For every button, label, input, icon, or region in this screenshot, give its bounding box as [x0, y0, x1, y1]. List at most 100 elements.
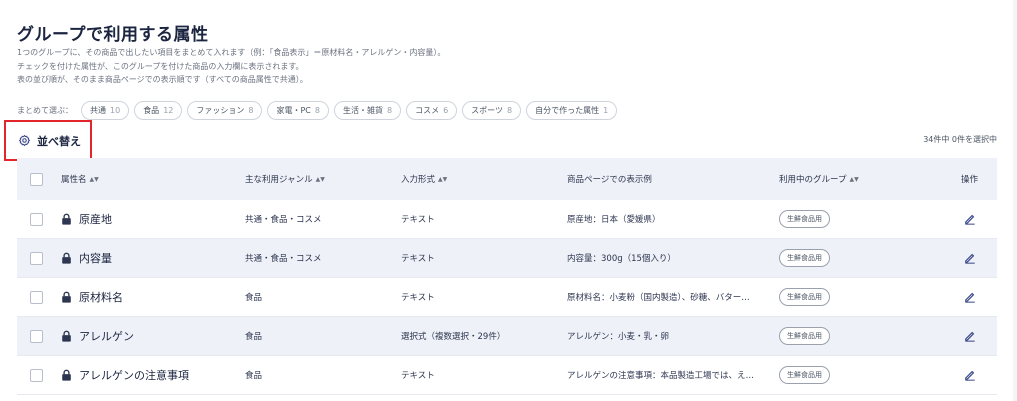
description-line: 1つのグループに、その商品で出したい項目をまとめて入れます（例：「食品表示」＝原…	[17, 48, 446, 57]
chip-label: コスメ	[415, 105, 440, 115]
action-cell	[942, 252, 997, 264]
chip-electronics[interactable]: 家電・PC 8	[267, 100, 329, 120]
chip-count: 8	[248, 105, 254, 115]
group-badge: 生鮮食品用	[779, 249, 830, 267]
page-title: グループで利用する属性	[17, 25, 209, 45]
header-genre-label: 主な利用ジャンル	[245, 175, 313, 185]
table-row: アレルゲン 食品 選択式（複数選択・29件） アレルゲン：小麦・乳・卵 生鮮食品…	[17, 317, 997, 356]
genre-cell: 食品	[245, 293, 263, 303]
chip-count: 1	[603, 105, 609, 115]
sort-arrows-icon: ▲▼	[849, 176, 859, 183]
row-checkbox-cell	[17, 329, 55, 343]
chip-count: 8	[386, 105, 393, 115]
attr-name: アレルゲン	[79, 330, 134, 343]
attr-name: 原産地	[79, 213, 112, 226]
attr-name: 原材料名	[79, 291, 123, 304]
chip-count: 6	[443, 105, 449, 115]
attr-name-cell: アレルゲン	[55, 328, 245, 344]
genre-cell: 共通・食品・コスメ	[245, 254, 322, 264]
row-checkbox[interactable]	[29, 290, 43, 304]
attr-name-cell: 内容量	[55, 250, 245, 266]
sort-arrows-icon: ▲▼	[315, 176, 325, 183]
row-checkbox[interactable]	[29, 329, 43, 343]
sort-button-label: 並べ替え	[37, 134, 81, 148]
pencil-edit-icon[interactable]	[964, 291, 976, 303]
select-all-checkbox[interactable]	[29, 172, 43, 186]
group-badge: 生鮮食品用	[779, 366, 830, 384]
input-type-cell: テキスト	[401, 293, 435, 303]
lock-icon	[62, 213, 71, 225]
example-cell: アレルゲンの注意事項：本品製造工場では、え…	[567, 371, 755, 381]
group-badge: 生鮮食品用	[779, 288, 830, 306]
header-input-label: 入力形式	[401, 175, 436, 185]
input-type-cell: 選択式（複数選択・29件）	[401, 332, 506, 342]
row-checkbox-cell	[17, 368, 55, 382]
lock-icon	[62, 291, 71, 303]
header-example: 商品ページでの表示例	[567, 173, 779, 185]
chip-count: 10	[110, 105, 121, 115]
sort-arrows-icon: ▲▼	[438, 176, 448, 183]
chip-label: 食品	[143, 105, 160, 115]
header-group-label: 利用中のグループ	[779, 175, 847, 185]
chip-label: 自分で作った属性	[535, 105, 600, 115]
header-input[interactable]: 入力形式 ▲▼	[401, 173, 567, 185]
sort-arrows-icon: ▲▼	[89, 175, 99, 183]
table-row: アレルゲンの注意事項 食品 テキスト アレルゲンの注意事項：本品製造工場では、え…	[17, 356, 997, 395]
header-action: 操作	[942, 173, 997, 185]
table-header: 属性名 ▲▼ 主な利用ジャンル ▲▼ 入力形式 ▲▼ 商品ページでの表示例 利用中のグ…	[17, 158, 997, 200]
table-row: 原材料名 食品 テキスト 原材料名：小麦粉（国内製造）、砂糖、バター… 生鮮食品…	[17, 278, 997, 317]
example-cell: 原産地：日本（愛媛県）	[567, 215, 661, 225]
pencil-edit-icon[interactable]	[964, 369, 976, 381]
sort-button[interactable]: 並べ替え	[4, 120, 92, 161]
chip-lifestyle[interactable]: 生活・雑貨 8	[333, 100, 402, 120]
action-cell	[942, 213, 997, 225]
chip-common[interactable]: 共通 10	[81, 100, 130, 120]
chip-count: 12	[163, 105, 174, 115]
header-name[interactable]: 属性名 ▲▼	[55, 173, 245, 185]
chip-cosmetics[interactable]: コスメ 6	[406, 100, 458, 120]
attr-name: 内容量	[79, 252, 112, 265]
genre-cell: 食品	[245, 371, 263, 381]
header-name-label: 属性名	[61, 175, 87, 185]
group-cell: 生鮮食品用	[779, 210, 942, 228]
header-checkbox-cell	[17, 172, 55, 186]
chip-count: 8	[507, 105, 513, 115]
chip-food[interactable]: 食品 12	[134, 100, 183, 120]
attribute-table: 属性名 ▲▼ 主な利用ジャンル ▲▼ 入力形式 ▲▼ 商品ページでの表示例 利用中のグ…	[17, 158, 997, 395]
lock-icon	[62, 330, 71, 342]
pencil-edit-icon[interactable]	[964, 252, 976, 264]
pencil-edit-icon[interactable]	[964, 330, 976, 342]
genre-cell: 食品	[245, 332, 263, 342]
description-line: 表の並び順が、そのまま商品ページでの表示順です（すべての商品属性で共通）。	[17, 75, 308, 84]
chip-fashion[interactable]: ファッション 8	[187, 100, 263, 120]
row-checkbox[interactable]	[29, 251, 43, 265]
group-cell: 生鮮食品用	[779, 327, 942, 345]
pencil-edit-icon[interactable]	[964, 213, 976, 225]
row-checkbox-cell	[17, 290, 55, 304]
chip-label: 生活・雑貨	[342, 105, 383, 115]
row-checkbox[interactable]	[29, 368, 43, 382]
group-cell: 生鮮食品用	[779, 288, 942, 306]
lock-icon	[62, 252, 71, 264]
attr-name-cell: 原産地	[55, 211, 245, 227]
chip-count: 8	[314, 105, 320, 115]
genre-cell: 共通・食品・コスメ	[245, 215, 322, 225]
vertical-scrollbar[interactable]	[1013, 0, 1017, 401]
header-genre[interactable]: 主な利用ジャンル ▲▼	[245, 173, 401, 185]
chip-custom[interactable]: 自分で作った属性 1	[526, 100, 618, 120]
table-row: 内容量 共通・食品・コスメ テキスト 内容量：300g（15個入り） 生鮮食品用	[17, 239, 997, 278]
chip-label: 家電・PC	[276, 105, 311, 115]
input-type-cell: テキスト	[401, 371, 435, 381]
example-cell: 原材料名：小麦粉（国内製造）、砂糖、バター…	[567, 293, 750, 303]
header-group[interactable]: 利用中のグループ ▲▼	[779, 173, 942, 185]
bulk-select-chips: まとめて選ぶ： 共通 10 食品 12 ファッション 8 家電・PC 8 生活・雑貨 8 …	[17, 100, 622, 120]
chip-label: ファッション	[196, 105, 245, 115]
chip-label: スポーツ	[471, 105, 504, 115]
chip-label: 共通	[90, 105, 106, 115]
action-cell	[942, 369, 997, 381]
gear-icon	[18, 134, 31, 147]
group-cell: 生鮮食品用	[779, 249, 942, 267]
bulk-select-label: まとめて選ぶ：	[17, 105, 73, 115]
chip-sports[interactable]: スポーツ 8	[462, 100, 522, 120]
row-checkbox[interactable]	[29, 212, 43, 226]
